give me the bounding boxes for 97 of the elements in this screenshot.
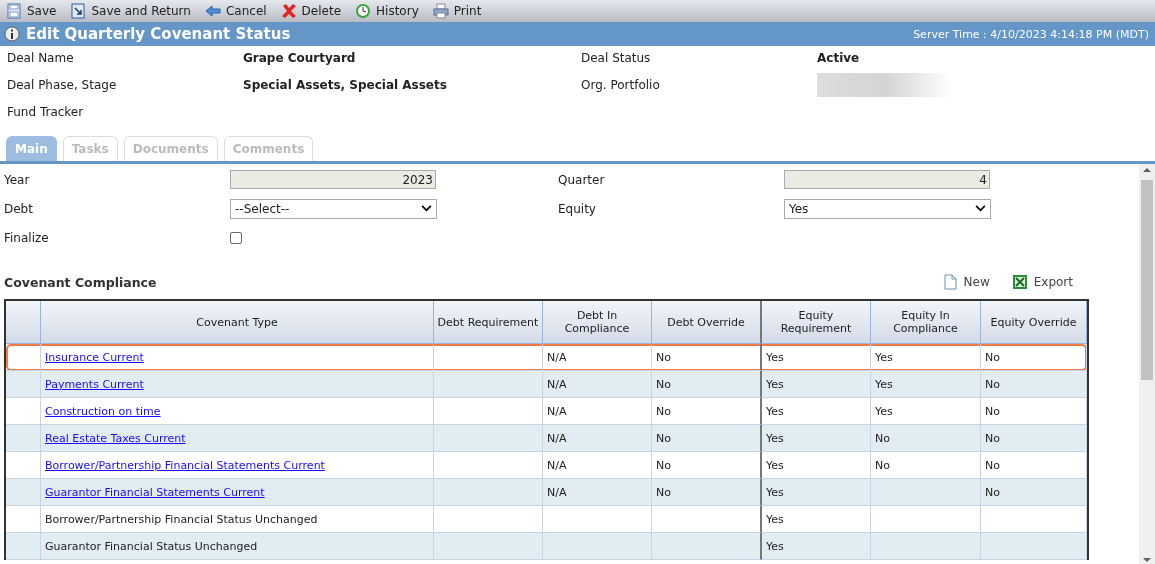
table-cell: No	[981, 398, 1087, 425]
field-label: Fund Tracker	[7, 104, 85, 121]
row-selector-cell[interactable]	[6, 371, 41, 398]
table-cell: Yes	[762, 479, 871, 506]
table-row[interactable]: Construction on time N/A No Yes Yes No	[6, 398, 1087, 425]
column-header: Debt In Compliance	[543, 301, 652, 344]
table-cell: Yes	[762, 425, 871, 452]
covenant-link[interactable]: Real Estate Taxes Current	[45, 431, 186, 445]
x-mark-icon	[280, 3, 297, 19]
covenant-link[interactable]: Insurance Current	[45, 350, 144, 364]
section-title: Covenant Compliance	[4, 274, 158, 290]
covenant-link[interactable]: Construction on time	[45, 404, 161, 418]
covenant-name: Borrower/Partnership Financial Status Unchanged	[45, 512, 318, 526]
field-value: Grape Courtyard	[243, 50, 357, 67]
table-cell: N/A	[543, 371, 652, 398]
row-selector-cell[interactable]	[6, 398, 41, 425]
row-selector-cell[interactable]	[6, 425, 41, 452]
back-arrow-icon	[204, 3, 221, 19]
field-label: Deal Name	[7, 50, 75, 67]
field-value: Active	[817, 50, 861, 67]
dropdown-caret-icon	[421, 205, 432, 212]
page-title: Edit Quarterly Covenant Status	[26, 25, 292, 43]
table-cell: Yes	[871, 398, 981, 425]
table-cell: No	[981, 479, 1087, 506]
row-selector-cell[interactable]	[6, 533, 41, 560]
dropdown-caret-icon	[975, 205, 986, 212]
action-button[interactable]: New	[935, 273, 996, 291]
server-time: Server Time : 4/10/2023 4:14:18 PM (MDT)	[913, 27, 1149, 41]
table-cell: Yes	[871, 371, 981, 398]
covenant-link[interactable]: Borrower/Partnership Financial Statements Current	[45, 458, 325, 472]
table-cell: No	[652, 371, 762, 398]
column-header: Debt Requirement	[434, 301, 543, 344]
table-cell: No	[981, 452, 1087, 479]
toolbar-button[interactable]: Delete	[278, 3, 344, 19]
column-header: Equity Requirement	[762, 301, 871, 344]
table-row[interactable]: Payments Current N/A No Yes Yes No	[6, 371, 1087, 398]
table-row[interactable]: Borrower/Partnership Financial Status Unchanged Yes	[6, 506, 1087, 533]
table-cell: No	[652, 425, 762, 452]
table-cell: N/A	[543, 425, 652, 452]
table-cell: No	[981, 425, 1087, 452]
spreadsheet-icon	[1011, 274, 1028, 290]
field-label: Quarter	[558, 171, 606, 189]
blank-page-icon	[941, 274, 958, 290]
table-row[interactable]: Real Estate Taxes Current N/A No Yes No No	[6, 425, 1087, 452]
toolbar-button[interactable]: Save and Return	[68, 3, 193, 19]
printer-icon	[432, 3, 449, 19]
info-icon	[4, 26, 20, 42]
toolbar-button[interactable]: Cancel	[202, 3, 269, 19]
field-value: Special Assets, Special Assets	[243, 77, 448, 94]
debt-dropdown[interactable]: --Select--	[230, 198, 437, 219]
table-cell: Yes	[762, 398, 871, 425]
scrollbar-thumb[interactable]	[1141, 180, 1153, 380]
field-label: Org. Portfolio	[581, 77, 661, 94]
table-cell: Yes	[762, 452, 871, 479]
column-header: Equity In Compliance	[871, 301, 981, 344]
table-cell: No	[652, 398, 762, 425]
table-cell: N/A	[543, 479, 652, 506]
field-label: Deal Status	[581, 50, 652, 67]
field-label: Finalize	[4, 229, 50, 247]
column-header: Debt Override	[652, 301, 762, 344]
table-row[interactable]: Guarantor Financial Statements Current N/A No Yes No	[6, 479, 1087, 506]
table-cell: No	[871, 425, 981, 452]
scrollbar[interactable]	[1139, 164, 1155, 564]
field-label: Equity	[558, 200, 597, 218]
field-label: Year	[4, 171, 31, 189]
table-row[interactable]: Insurance Current N/A No Yes Yes No	[6, 344, 1087, 371]
toolbar-button[interactable]: History	[353, 3, 421, 19]
table-row[interactable]: Guarantor Financial Status Unchanged Yes	[6, 533, 1087, 560]
table-cell: No	[871, 452, 981, 479]
field-label: Debt	[4, 200, 34, 218]
table-cell: Yes	[762, 506, 871, 533]
table-cell: N/A	[543, 452, 652, 479]
year-field[interactable]: 2023	[230, 170, 436, 189]
row-selector-cell[interactable]	[6, 479, 41, 506]
covenant-link[interactable]: Guarantor Financial Statements Current	[45, 485, 265, 499]
field-label: Deal Phase, Stage	[7, 77, 118, 94]
toolbar-button[interactable]: Print	[430, 3, 484, 19]
finalize-checkbox[interactable]	[230, 231, 242, 244]
table-cell: No	[652, 452, 762, 479]
table-cell: No	[652, 479, 762, 506]
clock-icon	[355, 3, 372, 19]
table-cell: Yes	[762, 533, 871, 560]
row-selector-cell[interactable]	[6, 452, 41, 479]
equity-dropdown[interactable]: Yes	[784, 198, 991, 219]
table-row[interactable]: Borrower/Partnership Financial Statements Current N/A No Yes No No	[6, 452, 1087, 479]
header-cell	[6, 301, 41, 344]
table-cell: No	[981, 371, 1087, 398]
covenant-link[interactable]: Payments Current	[45, 377, 144, 391]
column-header: Covenant Type	[41, 301, 434, 344]
row-selector-cell[interactable]	[6, 506, 41, 533]
quarter-field[interactable]: 4	[784, 170, 990, 189]
column-header: Equity Override	[981, 301, 1087, 344]
action-button[interactable]: Export	[1005, 273, 1079, 291]
table-cell: Yes	[762, 371, 871, 398]
covenant-name: Guarantor Financial Status Unchanged	[45, 539, 258, 553]
toolbar-button[interactable]: Save	[4, 3, 59, 19]
table-cell: N/A	[543, 398, 652, 425]
